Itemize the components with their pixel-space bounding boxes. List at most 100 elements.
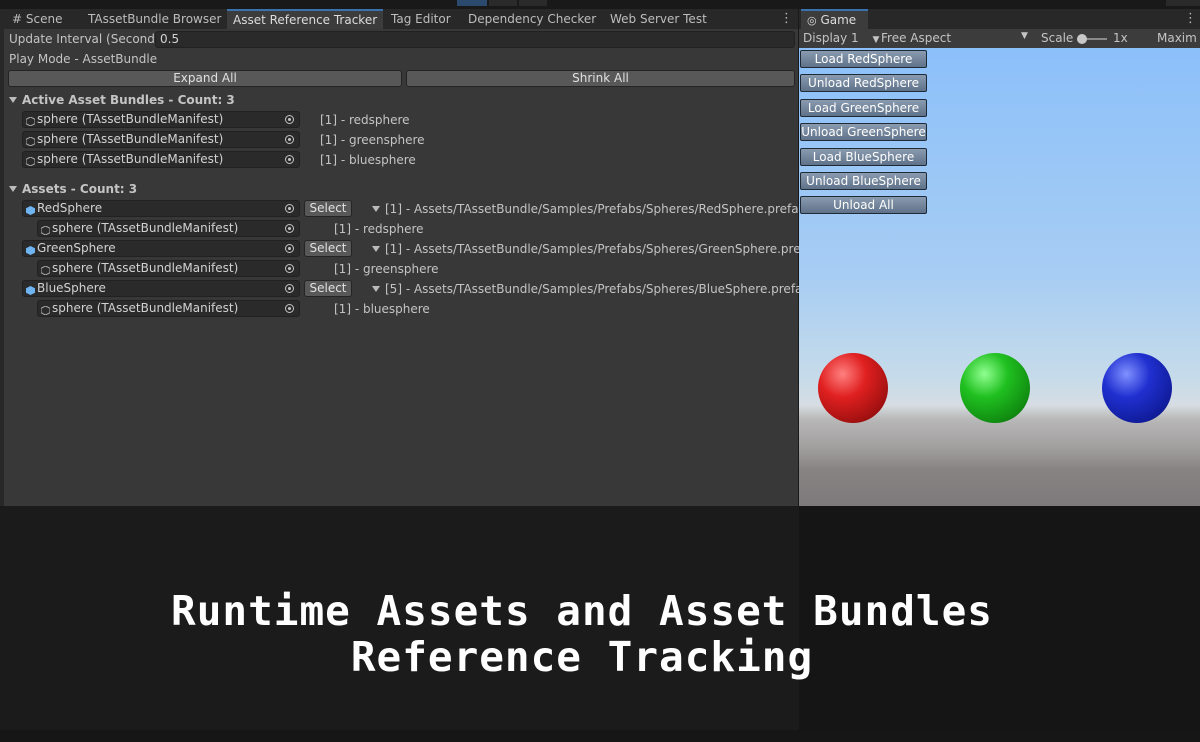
bundle-ref-label: [1] - redsphere — [320, 113, 410, 127]
aspect-value: Free Aspect — [881, 31, 952, 45]
green-sphere — [960, 353, 1030, 423]
tab-tag-editor[interactable]: Tag Editor — [391, 9, 451, 29]
foldout-arrow-icon — [372, 246, 380, 252]
bundle-field-text: sphere (TAssetBundleManifest) — [37, 152, 224, 166]
bundle-field-text: sphere (TAssetBundleManifest) — [37, 112, 224, 126]
shrink-all-button[interactable]: Shrink All — [406, 70, 795, 87]
prefab-icon — [26, 244, 35, 255]
prefab-icon — [26, 284, 35, 295]
update-interval-input[interactable]: 0.5 — [155, 31, 795, 48]
active-bundles-foldout[interactable]: Active Asset Bundles - Count: 3 — [9, 93, 235, 107]
unload-all-button[interactable]: Unload All — [800, 196, 927, 214]
object-picker-icon[interactable] — [285, 304, 294, 313]
object-picker-icon[interactable] — [285, 135, 294, 144]
foldout-arrow-icon — [372, 286, 380, 292]
asset-name: BlueSphere — [37, 281, 106, 295]
tab-game[interactable]: ◎ Game — [801, 9, 869, 29]
unload-redsphere-button[interactable]: Unload RedSphere — [800, 74, 927, 92]
object-picker-icon[interactable] — [285, 264, 294, 273]
manifest-icon — [25, 115, 36, 127]
blue-sphere — [1102, 353, 1172, 423]
tab-scene[interactable]: # Scene — [12, 9, 62, 29]
active-bundles-header: Active Asset Bundles - Count: 3 — [22, 93, 235, 107]
unload-greensphere-button[interactable]: Unload GreenSphere — [800, 123, 927, 141]
assets-foldout[interactable]: Assets - Count: 3 — [9, 182, 137, 196]
select-button-greensphere[interactable]: Select — [304, 240, 352, 257]
display-dropdown[interactable]: Display 1 ▼ — [803, 31, 879, 45]
tab-menu-kebab-icon[interactable]: ⋮ — [780, 11, 793, 26]
manifest-icon — [40, 224, 51, 236]
unload-bluesphere-button[interactable]: Unload BlueSphere — [800, 172, 927, 190]
red-sphere — [818, 353, 888, 423]
load-redsphere-button[interactable]: Load RedSphere — [800, 50, 927, 68]
prefab-icon — [26, 204, 35, 215]
load-bluesphere-button[interactable]: Load BlueSphere — [800, 148, 927, 166]
toolbar-pause-button[interactable] — [489, 0, 517, 6]
manifest-icon — [25, 135, 36, 147]
bundle-field-text: sphere (TAssetBundleManifest) — [37, 132, 224, 146]
tab-game-label: Game — [820, 13, 857, 27]
display-value: Display 1 — [803, 31, 859, 45]
tab-dependency-checker[interactable]: Dependency Checker — [468, 9, 596, 29]
tab-asset-reference-tracker[interactable]: Asset Reference Tracker — [227, 9, 384, 29]
tab-web-server-test[interactable]: Web Server Test — [610, 9, 707, 29]
bundle-field-text: sphere (TAssetBundleManifest) — [52, 261, 239, 275]
scale-slider[interactable] — [1077, 34, 1107, 44]
aspect-dropdown[interactable]: Free Aspect ▼ — [881, 31, 1031, 45]
scale-value: 1x — [1113, 31, 1128, 45]
bundle-field-text: sphere (TAssetBundleManifest) — [52, 301, 239, 315]
load-greensphere-button[interactable]: Load GreenSphere — [800, 99, 927, 117]
bundle-object-field[interactable]: sphere (TAssetBundleManifest) — [37, 220, 300, 237]
asset-path-foldout-redsphere[interactable]: [1] - Assets/TAssetBundle/Samples/Prefab… — [372, 202, 806, 216]
bundle-object-field[interactable]: sphere (TAssetBundleManifest) — [37, 260, 300, 277]
asset-object-field-bluesphere[interactable]: BlueSphere — [22, 280, 300, 297]
manifest-icon — [40, 304, 51, 316]
asset-path-foldout-greensphere[interactable]: [1] - Assets/TAssetBundle/Samples/Prefab… — [372, 242, 820, 256]
dropdown-arrow-icon: ▼ — [872, 35, 880, 45]
dropdown-arrow-icon: ▼ — [1021, 31, 1028, 41]
scale-slider-thumb[interactable] — [1077, 34, 1087, 44]
foldout-arrow-icon — [372, 206, 380, 212]
object-picker-icon[interactable] — [285, 115, 294, 124]
bundle-field-text: sphere (TAssetBundleManifest) — [52, 221, 239, 235]
asset-path: [1] - Assets/TAssetBundle/Samples/Prefab… — [385, 202, 807, 216]
bundle-ref-label: [1] - greensphere — [334, 262, 439, 276]
object-picker-icon[interactable] — [285, 284, 294, 293]
bundle-object-field[interactable]: sphere (TAssetBundleManifest) — [22, 151, 300, 168]
expand-all-button[interactable]: Expand All — [8, 70, 402, 87]
foldout-arrow-icon — [9, 186, 17, 192]
toolbar-step-button[interactable] — [519, 0, 547, 6]
maximize-toggle[interactable]: Maxim — [1157, 31, 1197, 45]
caption-line-2: Reference Tracking — [350, 633, 814, 681]
tab-tassetbundle-browser[interactable]: TAssetBundle Browser — [88, 9, 221, 29]
object-picker-icon[interactable] — [285, 155, 294, 164]
bundle-ref-label: [1] - redsphere — [334, 222, 424, 236]
select-button-bluesphere[interactable]: Select — [304, 280, 352, 297]
asset-object-field-greensphere[interactable]: GreenSphere — [22, 240, 300, 257]
toolbar-play-button[interactable] — [457, 0, 487, 6]
manifest-icon — [25, 155, 36, 167]
asset-path-foldout-bluesphere[interactable]: [5] - Assets/TAssetBundle/Samples/Prefab… — [372, 282, 810, 296]
asset-name: GreenSphere — [37, 241, 116, 255]
update-interval-label: Update Interval (Seconds) — [9, 32, 166, 46]
object-picker-icon[interactable] — [285, 224, 294, 233]
caption-line-1: Runtime Assets and Asset Bundles — [171, 587, 993, 635]
bundle-object-field[interactable]: sphere (TAssetBundleManifest) — [22, 111, 300, 128]
game-menu-kebab-icon[interactable]: ⋮ — [1184, 11, 1197, 26]
object-picker-icon[interactable] — [285, 244, 294, 253]
asset-path: [1] - Assets/TAssetBundle/Samples/Prefab… — [385, 242, 820, 256]
bundle-object-field[interactable]: sphere (TAssetBundleManifest) — [37, 300, 300, 317]
assets-header: Assets - Count: 3 — [22, 182, 138, 196]
asset-reference-tracker-panel: # Scene TAssetBundle Browser Asset Refer… — [4, 9, 820, 506]
top-strip — [0, 0, 1200, 8]
object-picker-icon[interactable] — [285, 204, 294, 213]
select-button-redsphere[interactable]: Select — [304, 200, 352, 217]
foldout-arrow-icon — [9, 97, 17, 103]
scale-label: Scale — [1041, 31, 1074, 45]
bundle-object-field[interactable]: sphere (TAssetBundleManifest) — [22, 131, 300, 148]
game-panel: ◎ Game ⋮ Display 1 ▼ Free Aspect ▼ Scale… — [799, 9, 1200, 506]
asset-object-field-redsphere[interactable]: RedSphere — [22, 200, 300, 217]
bundle-ref-label: [1] - greensphere — [320, 133, 425, 147]
game-toolbar: Display 1 ▼ Free Aspect ▼ Scale 1x Maxim — [799, 29, 1200, 48]
toolbar-layout-button[interactable] — [1166, 0, 1200, 6]
